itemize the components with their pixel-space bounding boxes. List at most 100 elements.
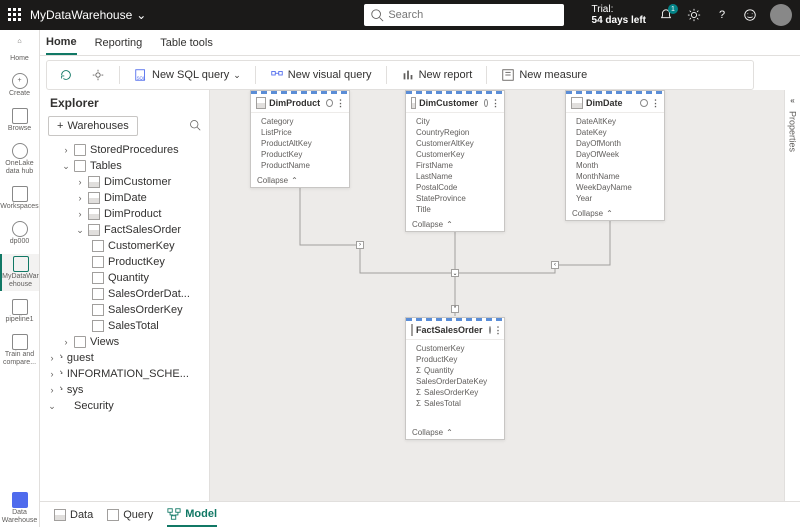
model-canvas[interactable]: 1 1 1 › ‹ ⌄ * DimProduct⋮ CategoryListPr… xyxy=(210,90,800,501)
tab-home[interactable]: Home xyxy=(46,31,77,55)
entity-column[interactable]: City xyxy=(406,116,504,127)
app-launcher-icon[interactable] xyxy=(8,8,22,22)
rail-dp000[interactable]: dp000 xyxy=(0,219,39,248)
tree-dimproduct[interactable]: ›DimProduct xyxy=(40,206,209,222)
rail-pipeline[interactable]: pipeline1 xyxy=(0,297,39,326)
more-icon[interactable]: ⋮ xyxy=(494,325,502,336)
properties-panel-toggle[interactable]: Properties xyxy=(788,111,798,152)
rail-home[interactable]: ⌂Home xyxy=(0,36,39,65)
tree-col-salesorderkey[interactable]: SalesOrderKey xyxy=(40,302,209,318)
tree-col-customerkey[interactable]: CustomerKey xyxy=(40,238,209,254)
entity-column[interactable]: MonthName xyxy=(566,171,664,182)
entity-column[interactable]: ΣQuantity xyxy=(406,365,504,376)
view-tab-query[interactable]: Query xyxy=(107,505,153,525)
entity-column[interactable]: CustomerAltKey xyxy=(406,138,504,149)
warehouses-button[interactable]: +Warehouses xyxy=(48,116,138,136)
view-tab-data[interactable]: Data xyxy=(54,505,93,525)
tree-infoschema[interactable]: ›ᔉINFORMATION_SCHE... xyxy=(40,366,209,382)
entity-column[interactable]: DayOfMonth xyxy=(566,138,664,149)
entity-column[interactable]: ProductAltKey xyxy=(251,138,349,149)
rail-data-warehouse[interactable]: Data Warehouse xyxy=(0,490,39,527)
trial-status: Trial:54 days left xyxy=(592,4,646,26)
entity-column[interactable]: LastName xyxy=(406,171,504,182)
tree-views[interactable]: ›Views xyxy=(40,334,209,350)
more-icon[interactable]: ⋮ xyxy=(336,98,344,109)
tree-col-productkey[interactable]: ProductKey xyxy=(40,254,209,270)
view-tabs: Data Query Model xyxy=(40,501,800,527)
entity-column[interactable]: CountryRegion xyxy=(406,127,504,138)
tree-security[interactable]: ⌄Security xyxy=(40,398,209,414)
entity-column[interactable]: SalesOrderDateKey xyxy=(406,376,504,387)
view-tab-model[interactable]: Model xyxy=(167,503,217,527)
entity-column[interactable]: WeekDayName xyxy=(566,182,664,193)
tree-sys[interactable]: ›ᔉsys xyxy=(40,382,209,398)
query-icon xyxy=(107,509,119,521)
new-sql-query-button[interactable]: SQL New SQL query ⌄ xyxy=(130,66,245,84)
entity-column[interactable]: FirstName xyxy=(406,160,504,171)
tree-tables[interactable]: ⌄Tables xyxy=(40,158,209,174)
tree-col-quantity[interactable]: Quantity xyxy=(40,270,209,286)
entity-column[interactable]: StateProvince xyxy=(406,193,504,204)
rail-create[interactable]: +Create xyxy=(0,71,39,100)
entity-column[interactable]: ProductKey xyxy=(251,149,349,160)
entity-column[interactable]: CustomerKey xyxy=(406,149,504,160)
entity-column[interactable]: Year xyxy=(566,193,664,204)
entity-column[interactable]: DateKey xyxy=(566,127,664,138)
tab-reporting[interactable]: Reporting xyxy=(95,32,143,54)
more-icon[interactable]: ⋮ xyxy=(651,98,659,109)
top-bar: MyDataWarehouse ⌄ Trial:54 days left 1 ? xyxy=(0,0,800,30)
refresh-button[interactable] xyxy=(55,66,77,84)
tree-storedprocedures[interactable]: ›StoredProcedures xyxy=(40,142,209,158)
new-report-button[interactable]: New report xyxy=(397,66,477,84)
new-measure-button[interactable]: New measure xyxy=(497,66,591,84)
settings-button[interactable] xyxy=(686,7,702,23)
tree-factsalesorder[interactable]: ⌄FactSalesOrder xyxy=(40,222,209,238)
entity-column[interactable]: DayOfWeek xyxy=(566,149,664,160)
entity-column[interactable]: ΣSalesOrderKey xyxy=(406,387,504,398)
entity-column[interactable]: ProductKey xyxy=(406,354,504,365)
tree-dimdate[interactable]: ›DimDate xyxy=(40,190,209,206)
entity-column[interactable]: Month xyxy=(566,160,664,171)
search-input[interactable] xyxy=(388,9,558,21)
search-box[interactable] xyxy=(364,4,564,26)
notifications-button[interactable]: 1 xyxy=(658,7,674,23)
tree-guest[interactable]: ›ᔉguest xyxy=(40,350,209,366)
tab-table-tools[interactable]: Table tools xyxy=(160,32,213,54)
settings-gear-button[interactable] xyxy=(87,66,109,84)
feedback-button[interactable] xyxy=(742,7,758,23)
table-icon xyxy=(571,97,583,109)
help-button[interactable]: ? xyxy=(714,7,730,23)
rail-workspaces[interactable]: Workspaces xyxy=(0,184,39,213)
entity-dimcustomer[interactable]: DimCustomer⋮ CityCountryRegionCustomerAl… xyxy=(405,90,505,232)
rail-onelake[interactable]: OneLake data hub xyxy=(0,141,39,178)
entity-dimproduct[interactable]: DimProduct⋮ CategoryListPriceProductAltK… xyxy=(250,90,350,188)
collapse-button[interactable]: Collapse ⌃ xyxy=(566,207,664,220)
entity-column[interactable]: DateAltKey xyxy=(566,116,664,127)
model-canvas-wrap: 1 1 1 › ‹ ⌄ * DimProduct⋮ CategoryListPr… xyxy=(210,90,800,527)
entity-column[interactable]: CustomerKey xyxy=(406,343,504,354)
tree-dimcustomer[interactable]: ›DimCustomer xyxy=(40,174,209,190)
entity-factsalesorder[interactable]: FactSalesOrder⋮ CustomerKeyProductKeyΣQu… xyxy=(405,317,505,440)
tree-col-salestotal[interactable]: SalesTotal xyxy=(40,318,209,334)
workspace-dropdown[interactable]: MyDataWarehouse ⌄ xyxy=(30,8,146,22)
rail-browse[interactable]: Browse xyxy=(0,106,39,135)
collapse-button[interactable]: Collapse ⌃ xyxy=(406,218,504,231)
entity-column[interactable]: Category xyxy=(251,116,349,127)
more-icon[interactable]: ⋮ xyxy=(491,98,499,109)
collapse-button[interactable]: Collapse ⌃ xyxy=(406,426,504,439)
user-avatar[interactable] xyxy=(770,4,792,26)
collapse-button[interactable]: Collapse ⌃ xyxy=(251,174,349,187)
entity-column[interactable]: ProductName xyxy=(251,160,349,171)
entity-column[interactable]: Title xyxy=(406,204,504,215)
new-visual-query-button[interactable]: New visual query xyxy=(266,66,376,84)
explorer-search-button[interactable] xyxy=(189,119,201,134)
expand-properties-icon[interactable]: « xyxy=(790,96,794,105)
tree-col-salesorderdate[interactable]: SalesOrderDat... xyxy=(40,286,209,302)
entity-column[interactable]: ListPrice xyxy=(251,127,349,138)
rail-warehouse[interactable]: MyDataWar ehouse xyxy=(0,254,39,291)
entity-column[interactable]: ΣSalesTotal xyxy=(406,398,504,409)
entity-dimdate[interactable]: DimDate⋮ DateAltKeyDateKeyDayOfMonthDayO… xyxy=(565,90,665,221)
rail-train[interactable]: Train and compare... xyxy=(0,332,39,369)
notification-badge: 1 xyxy=(668,4,678,14)
entity-column[interactable]: PostalCode xyxy=(406,182,504,193)
